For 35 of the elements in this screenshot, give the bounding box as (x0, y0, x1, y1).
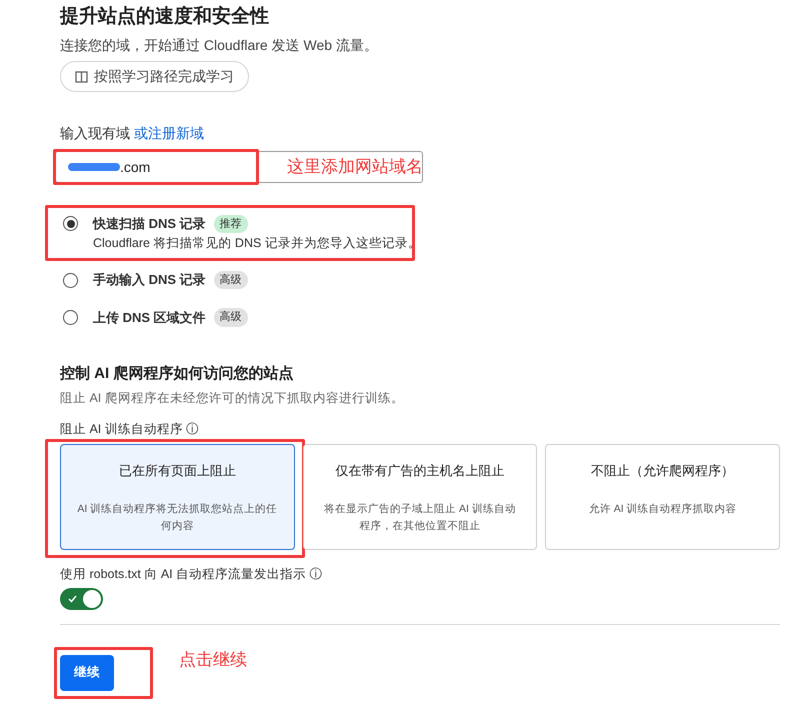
option-card[interactable]: 仅在带有广告的主机名上阻止 将在显示广告的子域上阻止 AI 训练自动程序，在其他位置不阻止 (302, 444, 538, 550)
section-description: 阻止 AI 爬网程序在未经您许可的情况下抓取内容进行训练。 (60, 390, 405, 408)
page-title: 提升站点的速度和安全性 (60, 4, 270, 29)
option-badge: 高级 (214, 270, 248, 290)
radio-button[interactable] (63, 216, 78, 232)
card-title: 不阻止（允许爬网程序） (591, 462, 734, 480)
section-title: 控制 AI 爬网程序如何访问您的站点 (60, 364, 294, 384)
book-icon (75, 70, 88, 82)
page-subtitle: 连接您的域，开始通过 Cloudflare 发送 Web 流量。 (60, 36, 379, 54)
radio-button[interactable] (63, 310, 78, 325)
check-icon (68, 594, 77, 603)
annotation-text: 这里添加网站域名 (287, 156, 423, 178)
domain-label: 输入现有域 (60, 124, 130, 142)
option-label: 快速扫描 DNS 记录 (93, 215, 206, 233)
card-description: AI 训练自动程序将无法抓取您站点上的任何内容 (77, 502, 278, 534)
option-badge: 推荐 (214, 214, 248, 233)
robots-toggle[interactable] (60, 588, 103, 610)
option-description: Cloudflare 将扫描常见的 DNS 记录并为您导入这些记录。 (93, 234, 412, 252)
option-label: 手动输入 DNS 记录 (93, 271, 206, 290)
card-description: 将在显示广告的子域上阻止 AI 训练自动程序，在其他位置不阻止 (323, 502, 517, 534)
radio-button[interactable] (63, 272, 78, 288)
option-badge: 高级 (214, 308, 248, 327)
annotation-text: 点击继续 (179, 648, 247, 671)
domain-value: .com (120, 158, 150, 176)
register-domain-link[interactable]: 或注册新域 (134, 124, 204, 142)
robots-label: 使用 robots.txt 向 AI 自动程序流量发出指示 ⓘ (60, 566, 324, 583)
option-card[interactable]: 已在所有页面上阻止 AI 训练自动程序将无法抓取您站点上的任何内容 (60, 444, 295, 550)
block-label: 阻止 AI 训练自动程序 ⓘ (60, 422, 200, 436)
learning-path-button[interactable]: 按照学习路径完成学习 (60, 61, 249, 92)
card-title: 已在所有页面上阻止 (118, 462, 236, 480)
option-label: 上传 DNS 区域文件 (93, 308, 206, 327)
card-title: 仅在带有广告的主机名上阻止 (335, 462, 504, 480)
continue-button[interactable]: 继续 (60, 654, 114, 691)
card-description: 允许 AI 训练自动程序抓取内容 (588, 502, 737, 516)
option-card[interactable]: 不阻止（允许爬网程序） 允许 AI 训练自动程序抓取内容 (545, 444, 780, 550)
